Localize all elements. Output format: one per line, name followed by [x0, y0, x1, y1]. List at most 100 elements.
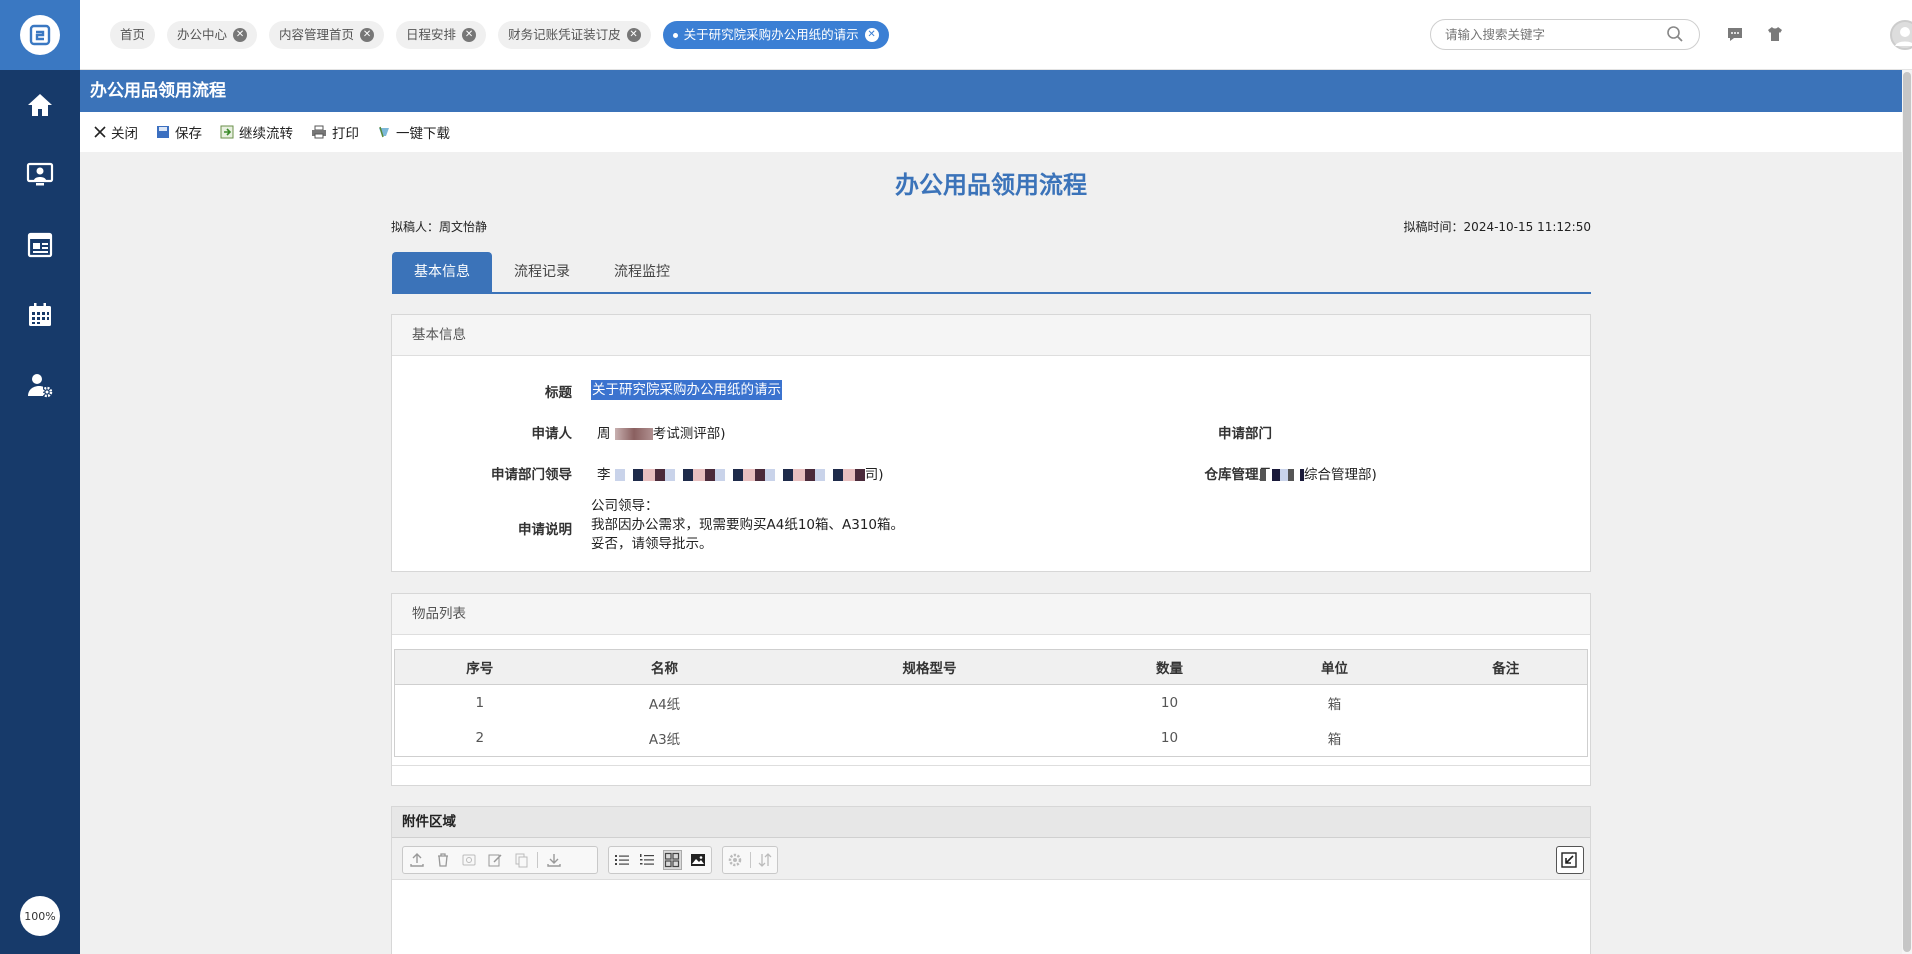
applicant-suffix: 考试测评部): [652, 426, 726, 442]
draft-time-label: 拟稿时间：: [1403, 220, 1464, 234]
search-input[interactable]: [1430, 19, 1700, 50]
cell-remark: [1425, 721, 1588, 757]
table-row[interactable]: 1 A4纸 10 箱: [395, 685, 1588, 721]
sort-button[interactable]: [756, 850, 773, 870]
cell-quantity: 10: [1160, 694, 1179, 711]
collapse-icon: [1561, 852, 1577, 868]
collapse-button[interactable]: [1556, 846, 1584, 874]
applicant-label: 申请人: [531, 426, 573, 442]
list-icon: [615, 855, 630, 865]
tab-flow-monitor[interactable]: 流程监控: [592, 252, 692, 292]
detail-view-button[interactable]: [638, 850, 657, 870]
department-label: 申请部门: [1218, 426, 1272, 442]
col-name[interactable]: 名称: [564, 649, 765, 685]
nav-user-settings[interactable]: [0, 350, 80, 420]
continue-flow-button[interactable]: 继续流转: [220, 122, 293, 142]
table-header-row: 序号 名称 规格型号 数量 单位 备注: [394, 649, 1588, 685]
dept-leader-suffix: 司): [864, 467, 884, 483]
tab-home[interactable]: 首页: [110, 21, 156, 49]
scrollbar-thumb[interactable]: [1903, 72, 1911, 952]
search-icon[interactable]: [1666, 25, 1684, 43]
settings-button[interactable]: [727, 850, 744, 870]
table-row[interactable]: 2 A3纸 10 箱: [395, 721, 1588, 757]
items-header: 物品列表: [392, 594, 1590, 635]
title-label: 标题: [545, 385, 572, 401]
applicant-prefix: 周: [597, 426, 611, 442]
col-unit[interactable]: 单位: [1244, 649, 1425, 685]
col-spec[interactable]: 规格型号: [764, 649, 1095, 685]
description-field[interactable]: 公司领导： 我部因办公需求，现需要购买A4纸10箱、A310箱。 妥否，请领导批…: [591, 497, 904, 554]
message-icon[interactable]: [1726, 25, 1744, 43]
drafter-label: 拟稿人：: [391, 220, 440, 234]
download-label: 一键下载: [396, 126, 450, 142]
tab-content-management[interactable]: 内容管理首页 ✕: [269, 21, 385, 49]
print-icon: [312, 125, 326, 139]
redacted-text: [614, 469, 865, 481]
cell-index: 1: [475, 694, 485, 711]
tab-paper-request[interactable]: 关于研究院采购办公用纸的请示 ✕: [662, 21, 889, 49]
image-icon: [690, 854, 705, 866]
col-remark[interactable]: 备注: [1424, 649, 1588, 685]
tab-basic-info[interactable]: 基本信息: [392, 252, 492, 292]
redacted-text: [1260, 469, 1304, 481]
tab-label: 关于研究院采购办公用纸的请示: [683, 27, 859, 42]
upload-button[interactable]: [407, 850, 427, 870]
save-button[interactable]: 保存: [156, 122, 202, 142]
cell-name: A3纸: [648, 732, 681, 749]
col-quantity[interactable]: 数量: [1094, 649, 1245, 685]
draft-time-value: 2024-10-15 11:12:50: [1463, 220, 1591, 234]
close-button[interactable]: 关闭: [94, 122, 138, 142]
print-button[interactable]: 打印: [311, 122, 359, 142]
close-icon[interactable]: ✕: [864, 28, 879, 42]
flow-icon: [220, 125, 234, 139]
download-file-button[interactable]: [544, 850, 564, 870]
dept-leader-prefix: 李: [597, 467, 611, 483]
nav-dashboard[interactable]: [0, 210, 80, 280]
skin-icon[interactable]: [1766, 25, 1784, 43]
avatar[interactable]: [1890, 20, 1912, 50]
preview-button[interactable]: [459, 850, 479, 870]
list-view-button[interactable]: [613, 850, 632, 870]
content-tabs: 基本信息 流程记录 流程监控: [392, 252, 1591, 294]
close-icon[interactable]: ✕: [233, 28, 248, 42]
title-field[interactable]: 关于研究院采购办公用纸的请示: [591, 378, 782, 400]
copy-button[interactable]: [511, 850, 531, 870]
file-actions-group: [402, 846, 598, 874]
title-value: 关于研究院采购办公用纸的请示: [591, 380, 782, 400]
sort-icon: [758, 853, 772, 867]
thumbnail-view-button[interactable]: [688, 850, 707, 870]
delete-button[interactable]: [433, 850, 453, 870]
edit-icon: [488, 854, 502, 867]
close-icon[interactable]: ✕: [462, 28, 477, 42]
close-icon[interactable]: ✕: [626, 28, 641, 42]
separator: [749, 852, 751, 868]
description-line: 妥否，请领导批示。: [591, 536, 713, 552]
tab-flow-records[interactable]: 流程记录: [492, 252, 592, 292]
items-table: 序号 名称 规格型号 数量 单位 备注 1 A4纸 10 箱 2 A3纸 10 …: [394, 649, 1588, 757]
cell-unit: 箱: [1327, 696, 1342, 713]
cell-remark: [1425, 685, 1588, 721]
grid-view-button[interactable]: [662, 850, 683, 870]
trash-icon: [438, 853, 448, 867]
redacted-text: [614, 428, 653, 440]
col-index[interactable]: 序号: [394, 649, 565, 685]
calendar-icon: [29, 303, 51, 326]
drafter-name: 周文怡静: [439, 220, 488, 234]
edit-button[interactable]: [485, 850, 505, 870]
nav-calendar[interactable]: [0, 280, 80, 350]
warehouse-keeper-field[interactable]: 综合管理部): [1260, 463, 1377, 483]
close-icon[interactable]: ✕: [360, 28, 375, 42]
nav-home[interactable]: [0, 70, 80, 140]
tab-schedule[interactable]: 日程安排 ✕: [396, 21, 487, 49]
nav-user-monitor[interactable]: [0, 140, 80, 210]
dept-leader-field[interactable]: 李 司): [597, 463, 884, 483]
app-logo[interactable]: [0, 0, 80, 70]
tab-finance-voucher[interactable]: 财务记账凭证装订皮 ✕: [498, 21, 651, 49]
zoom-indicator[interactable]: 100%: [20, 896, 60, 936]
save-icon: [157, 126, 169, 138]
top-bar: 首页 办公中心 ✕ 内容管理首页 ✕ 日程安排 ✕ 财务记账凭证装订皮 ✕ 关于研究院采…: [80, 0, 1912, 70]
home-icon: [28, 94, 52, 116]
applicant-field[interactable]: 周 考试测评部): [597, 422, 726, 442]
download-all-button[interactable]: 一键下载: [377, 122, 450, 142]
tab-office-center[interactable]: 办公中心 ✕: [167, 21, 258, 49]
